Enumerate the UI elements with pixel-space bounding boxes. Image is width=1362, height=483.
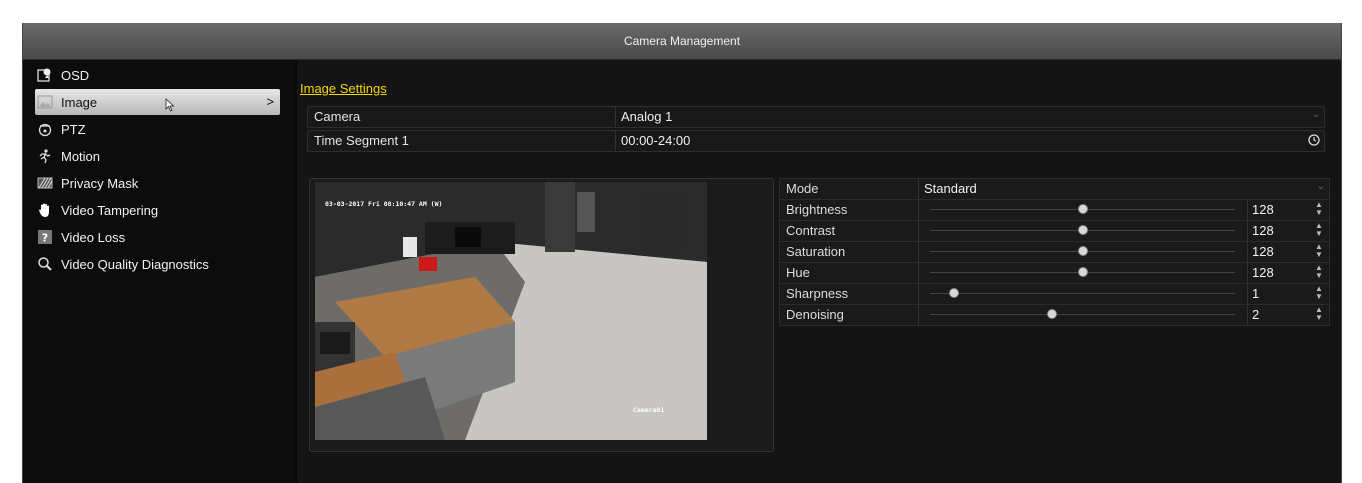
camera-value: Analog 1: [621, 109, 673, 124]
param-row-denoising: Denoising 2 ▲ ▼: [779, 304, 1330, 326]
saturation-slider[interactable]: [930, 247, 1235, 255]
sidebar-item-label: OSD: [61, 67, 90, 83]
param-row-sharpness: Sharpness 1 ▲ ▼: [779, 283, 1330, 305]
tab-image-settings[interactable]: Image Settings: [300, 81, 387, 96]
sidebar-item-label: Video Loss: [61, 229, 126, 245]
mode-select[interactable]: Mode Standard ⌄: [779, 178, 1330, 200]
mode-label: Mode: [786, 181, 819, 196]
sidebar-item-label: PTZ: [61, 121, 86, 137]
param-label: Brightness: [786, 202, 848, 217]
sidebar-item-label: Privacy Mask: [61, 175, 139, 191]
sharpness-slider[interactable]: [930, 289, 1235, 297]
spinner-icon[interactable]: ▲ ▼: [1315, 222, 1323, 238]
denoising-slider[interactable]: [930, 310, 1235, 318]
chevron-down-icon: ⌄: [1316, 181, 1325, 192]
param-value: 128: [1252, 223, 1274, 238]
param-label: Contrast: [786, 223, 836, 238]
osd-timestamp: 03-03-2017 Fri 08:10:47 AM (W): [325, 200, 443, 208]
sidebar-item-label: Video Tampering: [61, 202, 159, 218]
contrast-slider[interactable]: [930, 226, 1235, 234]
sidebar-item-label: Image: [61, 94, 98, 110]
slider-knob[interactable]: [950, 289, 959, 297]
camera-label: Camera: [314, 109, 361, 124]
brightness-slider[interactable]: [930, 205, 1235, 213]
param-label: Denoising: [786, 307, 844, 322]
camera-scene: [315, 182, 707, 440]
motion-icon: [35, 147, 55, 165]
image-icon: [35, 93, 55, 111]
contrast-stepper[interactable]: 128 ▲ ▼: [1249, 221, 1325, 239]
sharpness-stepper[interactable]: 1 ▲ ▼: [1249, 284, 1325, 302]
brightness-stepper[interactable]: 128 ▲ ▼: [1249, 200, 1325, 218]
param-value: 128: [1252, 244, 1274, 259]
question-icon: ?: [35, 228, 55, 246]
magnifier-icon: [35, 255, 55, 273]
param-value: 128: [1252, 265, 1274, 280]
main-panel: Image Settings Camera Analog 1 ⌄ Time Se…: [297, 60, 1341, 483]
param-value: 2: [1252, 307, 1260, 322]
sidebar-item-osd[interactable]: OSD: [35, 62, 280, 88]
time-segment-row[interactable]: Time Segment 1 00:00-24:00: [307, 130, 1325, 152]
denoising-stepper[interactable]: 2 ▲ ▼: [1249, 305, 1325, 323]
sidebar-item-ptz[interactable]: PTZ: [35, 116, 280, 142]
osd-camera-name: Camera01: [633, 406, 665, 414]
param-label: Saturation: [786, 244, 846, 259]
sidebar-item-video-loss[interactable]: ? Video Loss: [35, 224, 280, 250]
osd-icon: [35, 66, 55, 84]
camera-management-window: Camera Management OSD Image > PTZ Motion…: [22, 23, 1342, 483]
slider-knob[interactable]: [1078, 205, 1087, 213]
param-row-hue: Hue 128 ▲ ▼: [779, 262, 1330, 284]
privacy-mask-icon: [35, 174, 55, 192]
mouse-cursor-icon: [165, 98, 175, 112]
hue-stepper[interactable]: 128 ▲ ▼: [1249, 263, 1325, 281]
slider-knob[interactable]: [1078, 226, 1087, 234]
svg-text:?: ?: [42, 232, 48, 245]
slider-knob[interactable]: [1048, 310, 1056, 318]
sidebar-item-motion[interactable]: Motion: [35, 143, 280, 169]
sidebar-item-privacy-mask[interactable]: Privacy Mask: [35, 170, 280, 196]
slider-knob[interactable]: [1078, 268, 1087, 276]
param-value: 128: [1252, 202, 1274, 217]
param-row-brightness: Brightness 128 ▲ ▼: [779, 199, 1330, 221]
sidebar-item-video-quality-diagnostics[interactable]: Video Quality Diagnostics: [35, 251, 280, 277]
hue-slider[interactable]: [930, 268, 1235, 276]
sidebar-item-label: Motion: [61, 148, 101, 164]
ptz-icon: [35, 120, 55, 138]
time-segment-label: Time Segment 1: [314, 133, 409, 148]
spinner-icon[interactable]: ▲ ▼: [1315, 306, 1323, 322]
hand-icon: [35, 201, 55, 219]
spinner-icon[interactable]: ▲ ▼: [1315, 264, 1323, 280]
chevron-down-icon: ⌄: [1311, 109, 1320, 120]
param-label: Sharpness: [786, 286, 849, 301]
slider-knob[interactable]: [1078, 247, 1087, 255]
sidebar-item-image[interactable]: Image >: [35, 89, 280, 115]
param-value: 1: [1252, 286, 1260, 301]
param-row-contrast: Contrast 128 ▲ ▼: [779, 220, 1330, 242]
sidebar-item-label: Video Quality Diagnostics: [61, 256, 209, 272]
clock-icon[interactable]: [1308, 134, 1320, 149]
mode-value: Standard: [924, 181, 977, 196]
spinner-icon[interactable]: ▲ ▼: [1315, 243, 1323, 259]
saturation-stepper[interactable]: 128 ▲ ▼: [1249, 242, 1325, 260]
param-row-saturation: Saturation 128 ▲ ▼: [779, 241, 1330, 263]
window-title: Camera Management: [23, 23, 1341, 60]
sidebar-item-video-tampering[interactable]: Video Tampering: [35, 197, 280, 223]
spinner-icon[interactable]: ▲ ▼: [1315, 285, 1323, 301]
time-segment-value: 00:00-24:00: [621, 133, 691, 148]
sidebar: OSD Image > PTZ Motion Privacy Mask Vide…: [23, 60, 295, 483]
live-preview: 03-03-2017 Fri 08:10:47 AM (W) Camera01: [315, 182, 707, 440]
chevron-right-icon: >: [266, 94, 274, 109]
param-label: Hue: [786, 265, 810, 280]
camera-select[interactable]: Camera Analog 1 ⌄: [307, 106, 1325, 128]
preview-frame: 03-03-2017 Fri 08:10:47 AM (W) Camera01: [309, 178, 774, 452]
spinner-icon[interactable]: ▲ ▼: [1315, 201, 1323, 217]
